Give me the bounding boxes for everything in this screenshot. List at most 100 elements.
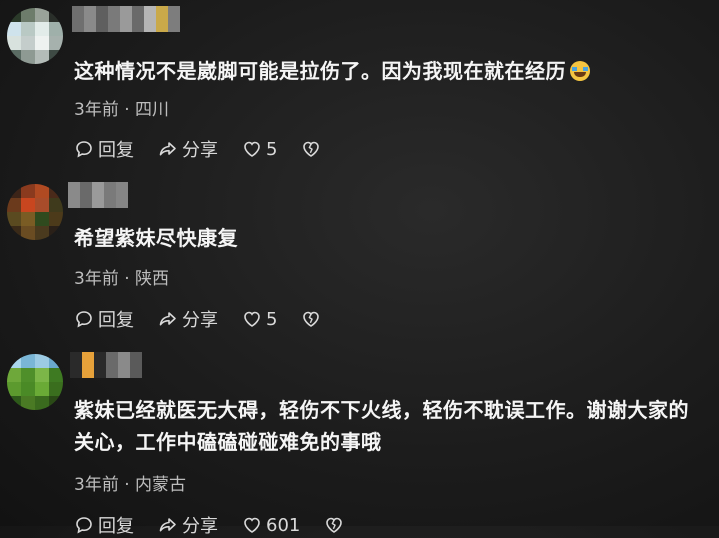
avatar-pixel bbox=[49, 184, 63, 198]
comment-meta: 3年前 · 陕西 bbox=[74, 269, 170, 289]
share-button[interactable]: 分享 bbox=[158, 512, 218, 538]
like-count: 601 bbox=[266, 514, 301, 536]
comment-meta: 3年前 · 内蒙古 bbox=[74, 475, 187, 495]
share-arrow-icon bbox=[159, 312, 176, 326]
like-count: 5 bbox=[266, 138, 278, 160]
avatar[interactable] bbox=[7, 354, 63, 410]
dislike-button[interactable] bbox=[301, 309, 321, 329]
avatar-pixel bbox=[35, 354, 49, 368]
avatar-pixel bbox=[21, 212, 35, 226]
avatar-pixel bbox=[35, 382, 49, 396]
avatar-pixel bbox=[35, 50, 49, 64]
reply-bubble-icon bbox=[76, 311, 92, 328]
avatar-pixel bbox=[7, 198, 21, 212]
avatar-pixel bbox=[35, 198, 49, 212]
comment-text: 这种情况不是崴脚可能是拉伤了。因为我现在就在经历 bbox=[74, 55, 704, 87]
avatar-pixel bbox=[21, 382, 35, 396]
share-label: 分享 bbox=[182, 516, 218, 537]
username-pixel bbox=[68, 182, 80, 208]
avatar-pixel bbox=[35, 184, 49, 198]
avatar-pixel bbox=[21, 36, 35, 50]
heart-icon bbox=[244, 141, 260, 157]
username-pixel bbox=[130, 352, 142, 378]
reply-bubble-icon bbox=[76, 517, 92, 534]
username-pixel bbox=[116, 182, 128, 208]
avatar[interactable] bbox=[7, 8, 63, 64]
avatar-pixel bbox=[35, 22, 49, 36]
comment-meta: 3年前 · 四川 bbox=[74, 100, 170, 120]
avatar-pixel bbox=[49, 22, 63, 36]
comment-actions: 回复 分享 5 bbox=[74, 306, 345, 332]
username-pixelated[interactable] bbox=[70, 352, 142, 378]
username-pixel bbox=[132, 6, 144, 32]
username-pixelated[interactable] bbox=[72, 6, 180, 32]
username-pixel bbox=[80, 182, 92, 208]
like-button[interactable]: 5 bbox=[242, 309, 277, 330]
avatar-pixel bbox=[21, 184, 35, 198]
avatar-pixel bbox=[21, 8, 35, 22]
reply-label: 回复 bbox=[98, 516, 134, 537]
avatar-pixel bbox=[7, 382, 21, 396]
avatar-pixel bbox=[21, 226, 35, 240]
reply-button[interactable]: 回复 bbox=[74, 512, 134, 538]
avatar-pixel bbox=[7, 8, 21, 22]
comment-text-content: 紫妹已经就医无大碍，轻伤不下火线，轻伤不耽误工作。谢谢大家的关心，工作中磕磕碰碰… bbox=[74, 398, 689, 454]
username-pixel bbox=[72, 6, 84, 32]
share-button[interactable]: 分享 bbox=[158, 136, 218, 162]
username-pixel bbox=[96, 6, 108, 32]
dislike-button[interactable] bbox=[324, 515, 344, 535]
heart-icon bbox=[244, 311, 260, 327]
broken-heart-icon bbox=[303, 311, 320, 327]
avatar-pixel bbox=[49, 198, 63, 212]
like-button[interactable]: 5 bbox=[242, 139, 277, 160]
username-pixel bbox=[94, 352, 106, 378]
comment-actions: 回复 分享 5 bbox=[74, 136, 345, 162]
reply-bubble-icon bbox=[76, 141, 92, 158]
comment-text-content: 这种情况不是崴脚可能是拉伤了。因为我现在就在经历 bbox=[74, 59, 566, 83]
broken-heart-icon bbox=[326, 517, 343, 533]
avatar-pixel bbox=[7, 396, 21, 410]
avatar-pixel bbox=[35, 36, 49, 50]
comment-text: 希望紫妹尽快康复 bbox=[74, 222, 704, 254]
username-pixel bbox=[120, 6, 132, 32]
avatar-pixel bbox=[7, 212, 21, 226]
avatar[interactable] bbox=[7, 184, 63, 240]
username-pixelated[interactable] bbox=[68, 182, 128, 208]
reply-label: 回复 bbox=[98, 310, 134, 331]
comment-actions: 回复 分享 601 bbox=[74, 512, 368, 538]
avatar-pixel bbox=[35, 368, 49, 382]
avatar-pixel bbox=[21, 22, 35, 36]
heart-icon bbox=[244, 517, 260, 533]
reply-label: 回复 bbox=[98, 140, 134, 161]
avatar-pixel bbox=[35, 396, 49, 410]
share-label: 分享 bbox=[182, 140, 218, 161]
avatar-pixel bbox=[49, 8, 63, 22]
avatar-pixel bbox=[49, 226, 63, 240]
comment-text: 紫妹已经就医无大碍，轻伤不下火线，轻伤不耽误工作。谢谢大家的关心，工作中磕磕碰碰… bbox=[74, 394, 704, 458]
avatar-pixel bbox=[49, 382, 63, 396]
avatar-pixel bbox=[35, 226, 49, 240]
username-pixel bbox=[92, 182, 104, 208]
avatar-pixel bbox=[21, 396, 35, 410]
username-pixel bbox=[156, 6, 168, 32]
reply-button[interactable]: 回复 bbox=[74, 306, 134, 332]
avatar-pixel bbox=[7, 36, 21, 50]
avatar-pixel bbox=[35, 212, 49, 226]
username-pixel bbox=[82, 352, 94, 378]
reply-button[interactable]: 回复 bbox=[74, 136, 134, 162]
avatar-pixel bbox=[49, 212, 63, 226]
username-pixel bbox=[104, 182, 116, 208]
dislike-button[interactable] bbox=[301, 139, 321, 159]
avatar-pixel bbox=[7, 368, 21, 382]
like-button[interactable]: 601 bbox=[242, 515, 300, 536]
avatar-pixel bbox=[7, 184, 21, 198]
comment-text-content: 希望紫妹尽快康复 bbox=[74, 226, 238, 250]
avatar-pixel bbox=[49, 50, 63, 64]
username-pixel bbox=[106, 352, 118, 378]
avatar-pixel bbox=[7, 22, 21, 36]
share-button[interactable]: 分享 bbox=[158, 306, 218, 332]
username-pixel bbox=[118, 352, 130, 378]
username-pixel bbox=[70, 352, 82, 378]
username-pixel bbox=[84, 6, 96, 32]
avatar-pixel bbox=[7, 226, 21, 240]
